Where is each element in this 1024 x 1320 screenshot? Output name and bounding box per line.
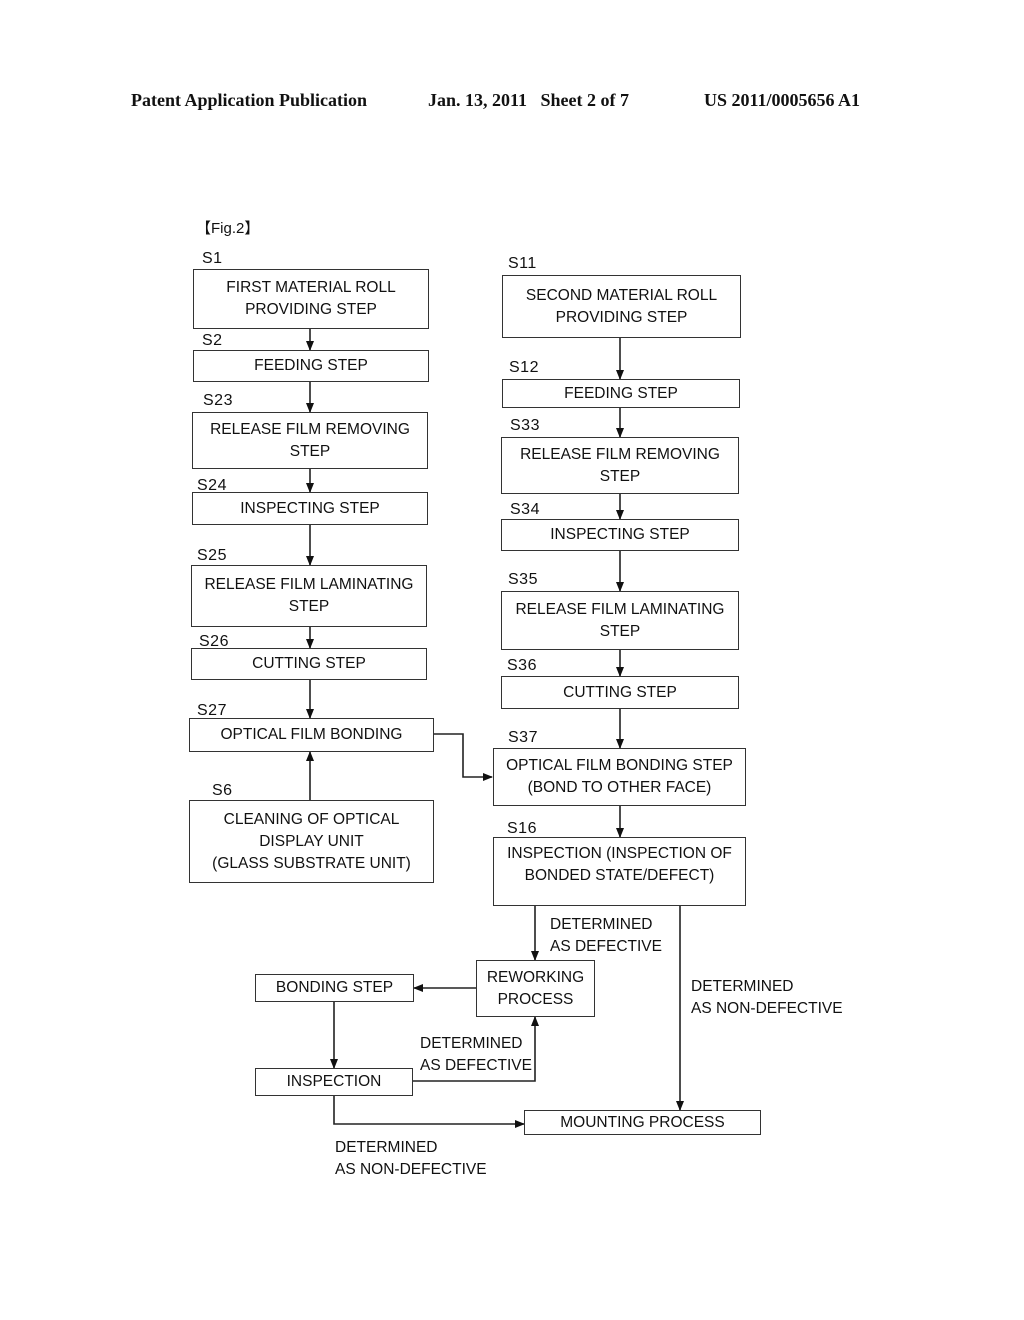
step-box-s35: RELEASE FILM LAMINATING STEP xyxy=(501,591,739,650)
step-id-s25: S25 xyxy=(197,547,227,564)
step-id-s27: S27 xyxy=(197,702,227,719)
step-id-s34: S34 xyxy=(510,501,540,518)
annotation-defective-inspection: DETERMINED AS DEFECTIVE xyxy=(420,1035,532,1074)
step-box-s11: SECOND MATERIAL ROLL PROVIDING STEP xyxy=(502,275,741,338)
step-box-s26: CUTTING STEP xyxy=(191,648,427,680)
step-box-s2: FEEDING STEP xyxy=(193,350,429,382)
step-id-s16: S16 xyxy=(507,820,537,837)
bonding-step-box: BONDING STEP xyxy=(255,974,414,1002)
step-id-s11: S11 xyxy=(508,255,537,272)
step-box-s6: CLEANING OF OPTICAL DISPLAY UNIT (GLASS … xyxy=(189,800,434,883)
step-box-s12: FEEDING STEP xyxy=(502,379,740,408)
step-box-s16: INSPECTION (INSPECTION OF BONDED STATE/D… xyxy=(493,837,746,906)
annotation-non-defective-inspection: DETERMINED AS NON-DEFECTIVE xyxy=(335,1139,487,1178)
step-id-s6: S6 xyxy=(212,782,233,799)
step-box-s36: CUTTING STEP xyxy=(501,676,739,709)
step-id-s37: S37 xyxy=(508,729,538,746)
step-box-s33: RELEASE FILM REMOVING STEP xyxy=(501,437,739,494)
arrow-inspection-mounting xyxy=(333,1095,525,1128)
step-box-s37: OPTICAL FILM BONDING STEP (BOND TO OTHER… xyxy=(493,748,746,806)
reworking-process-box: REWORKING PROCESS xyxy=(476,960,595,1017)
step-id-s1: S1 xyxy=(202,250,223,267)
inspection-box: INSPECTION xyxy=(255,1068,413,1096)
step-id-s2: S2 xyxy=(202,332,223,349)
arrow-s27-s37 xyxy=(434,733,493,781)
step-id-s35: S35 xyxy=(508,571,538,588)
step-box-s23: RELEASE FILM REMOVING STEP xyxy=(192,412,428,469)
annotation-defective-s16: DETERMINED AS DEFECTIVE xyxy=(550,916,662,955)
mounting-process-box: MOUNTING PROCESS xyxy=(524,1110,761,1135)
step-id-s12: S12 xyxy=(509,359,539,376)
annotation-non-defective-s16: DETERMINED AS NON-DEFECTIVE xyxy=(691,978,843,1017)
step-id-s36: S36 xyxy=(507,657,537,674)
step-id-s23: S23 xyxy=(203,392,233,409)
step-box-s1: FIRST MATERIAL ROLL PROVIDING STEP xyxy=(193,269,429,329)
step-box-s24: INSPECTING STEP xyxy=(192,492,428,525)
step-box-s25: RELEASE FILM LAMINATING STEP xyxy=(191,565,427,627)
step-box-s34: INSPECTING STEP xyxy=(501,519,739,551)
step-box-s27: OPTICAL FILM BONDING xyxy=(189,718,434,752)
step-id-s33: S33 xyxy=(510,417,540,434)
